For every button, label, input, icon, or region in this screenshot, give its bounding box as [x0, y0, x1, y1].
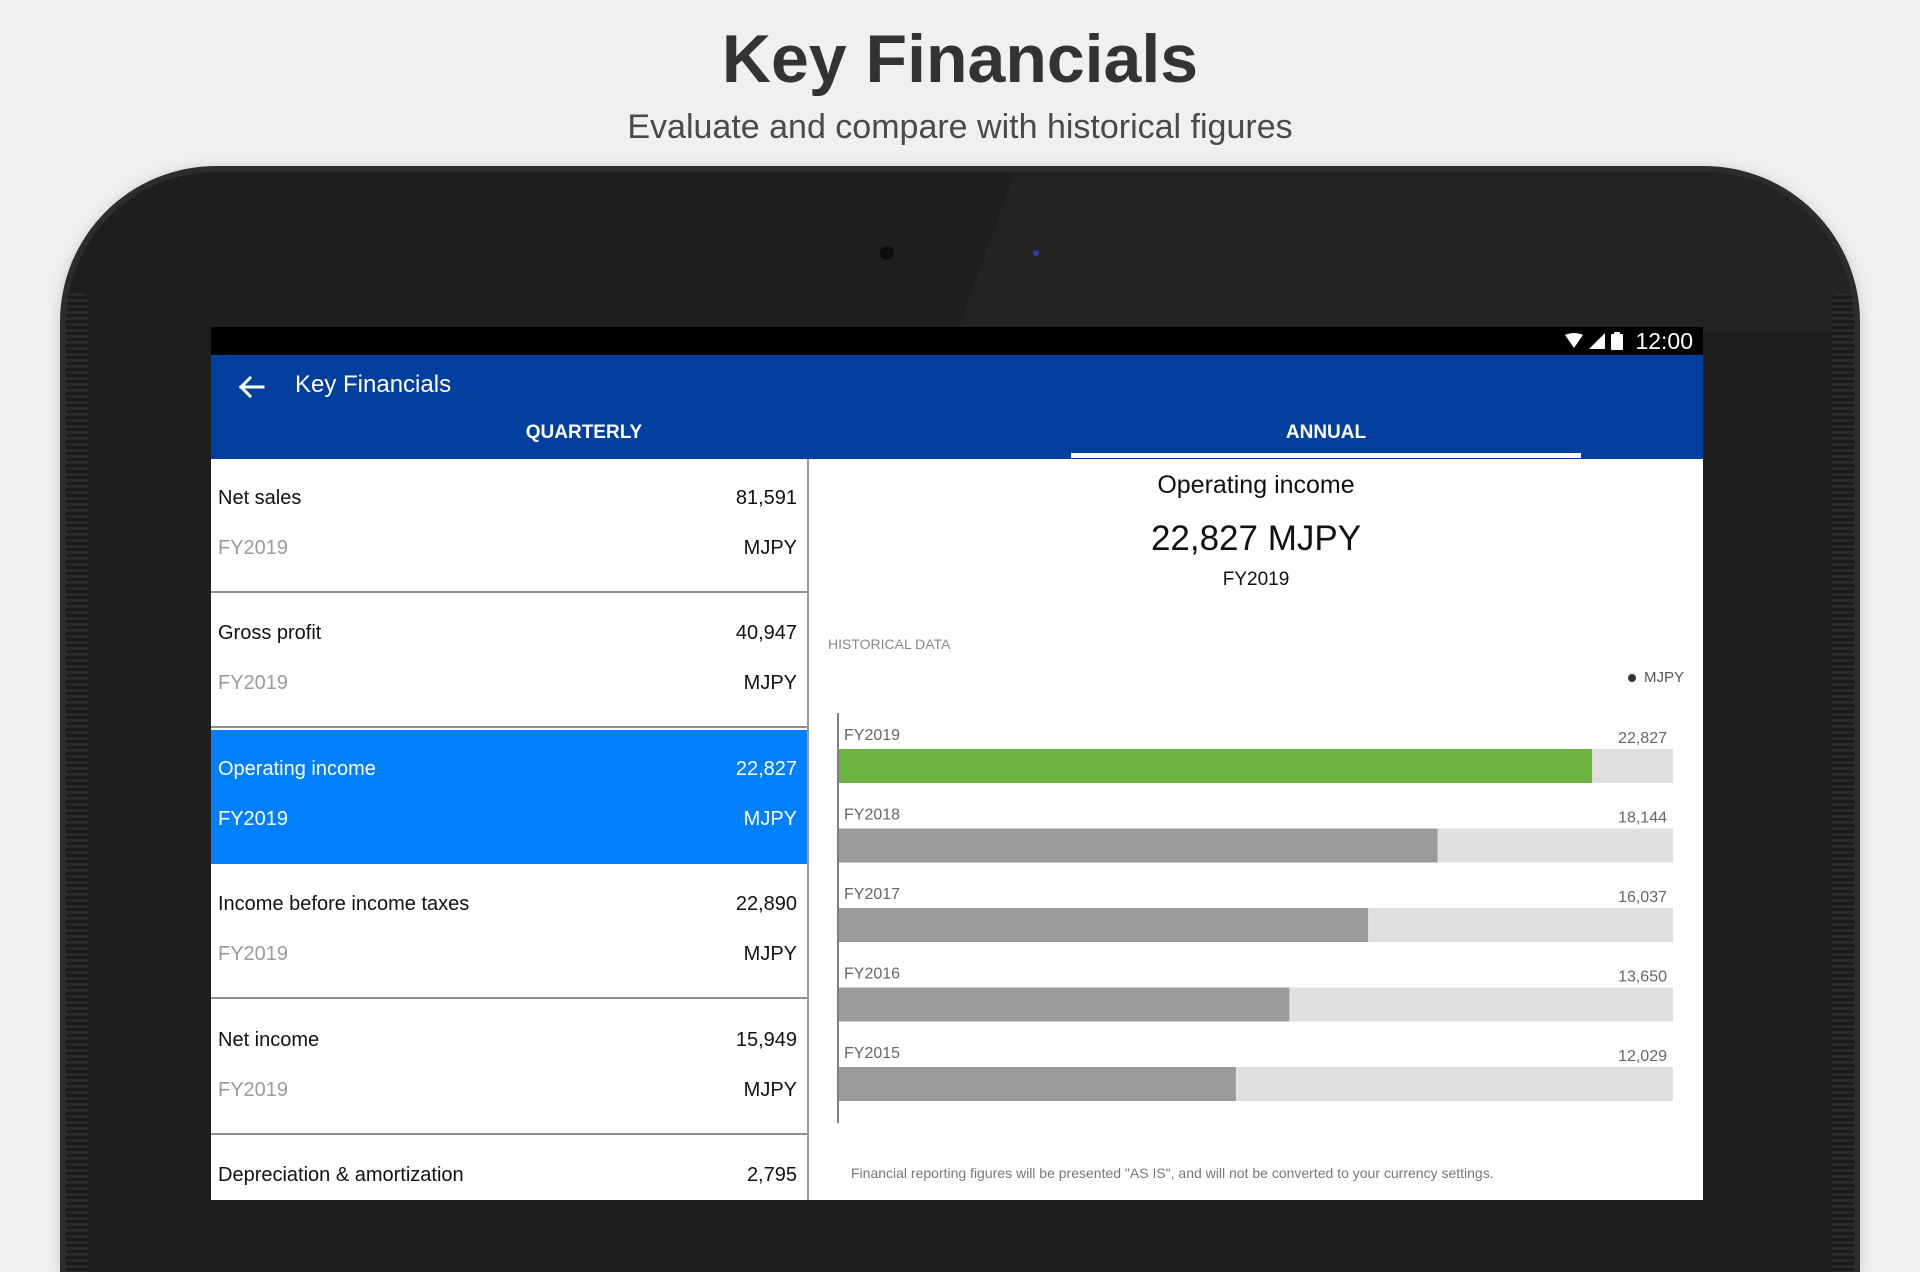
bar-fy2017 — [839, 908, 1369, 942]
list-item-net-income[interactable]: Net income 15,949 FY2019 MJPY — [211, 1001, 807, 1135]
arrow-left-icon — [238, 375, 265, 399]
list-item-operating-income[interactable]: Operating income 22,827 FY2019 MJPY — [211, 730, 807, 864]
list-item-value: 22,827 — [735, 758, 797, 780]
list-item-depreciation[interactable]: Depreciation & amortization 2,795 — [211, 1136, 807, 1200]
list-item-value: 40,947 — [735, 622, 797, 644]
tablet-sheen — [956, 172, 1854, 332]
list-item-period: FY2019 — [218, 808, 289, 830]
bar-value-label: 16,037 — [1618, 889, 1667, 906]
app-title: Key Financials — [295, 371, 452, 398]
tab-annual[interactable]: ANNUAL — [1071, 409, 1581, 459]
list-item-unit: MJPY — [743, 1079, 797, 1101]
bar-value-label: 13,650 — [1618, 969, 1667, 986]
status-time: 12:00 — [1635, 328, 1693, 354]
list-item-name: Net income — [218, 1029, 320, 1051]
list-item-period: FY2019 — [218, 537, 289, 559]
front-camera — [880, 246, 894, 260]
list-item-name: Depreciation & amortization — [218, 1164, 464, 1186]
list-item-unit: MJPY — [743, 537, 797, 559]
app-bar: Key Financials QUARTERLY ANNUAL — [211, 355, 1703, 459]
list-item-name: Income before income taxes — [218, 893, 470, 915]
promo-title: Key Financials — [721, 21, 1199, 97]
list-item-net-sales[interactable]: Net sales 81,591 FY2019 MJPY — [211, 459, 807, 593]
list-item-name: Gross profit — [218, 622, 322, 644]
wifi-icon — [1565, 333, 1583, 348]
list-item-period: FY2019 — [218, 943, 289, 965]
detail-panel: Operating income 22,827 MJPY FY2019 HIST… — [809, 459, 1703, 1200]
bar-category-label: FY2018 — [844, 807, 900, 824]
bar-category-label: FY2015 — [844, 1045, 900, 1062]
battery-icon — [1611, 332, 1623, 350]
bar-value-label: 18,144 — [1618, 810, 1667, 827]
status-bar: 12:00 — [211, 327, 1703, 355]
list-item-gross-profit[interactable]: Gross profit 40,947 FY2019 MJPY — [211, 594, 807, 728]
list-item-unit: MJPY — [743, 672, 797, 694]
light-sensor — [1033, 250, 1039, 256]
list-item-name: Operating income — [218, 758, 376, 780]
list-item-value: 22,890 — [735, 893, 797, 915]
bar-category-label: FY2016 — [844, 966, 900, 983]
list-item-income-before-taxes[interactable]: Income before income taxes 22,890 FY2019… — [211, 865, 807, 999]
list-item-unit: MJPY — [743, 808, 797, 830]
list-item-unit: MJPY — [743, 943, 797, 965]
bar-category-label: FY2019 — [844, 727, 900, 744]
signal-icon — [1589, 333, 1605, 349]
list-item-period: FY2019 — [218, 672, 289, 694]
bar-category-label: FY2017 — [844, 886, 900, 903]
bar-fy2019 — [839, 749, 1593, 783]
bar-value-label: 12,029 — [1618, 1048, 1667, 1065]
left-speaker-grille — [66, 292, 88, 1272]
tablet-screen: 12:00 Key Financials QUARTERLY ANNUAL Ne… — [211, 327, 1703, 1200]
bar-fy2018 — [839, 828, 1438, 863]
back-button[interactable] — [231, 367, 271, 407]
tab-quarterly[interactable]: QUARTERLY — [211, 409, 957, 459]
bar-fy2015 — [839, 1067, 1236, 1101]
list-item-value: 2,795 — [746, 1164, 797, 1186]
list-item-name: Net sales — [218, 487, 302, 509]
status-icons — [1565, 332, 1623, 350]
tab-indicator — [1071, 453, 1581, 458]
right-speaker-grille — [1832, 292, 1854, 1272]
financials-list: Net sales 81,591 FY2019 MJPY Gross profi… — [211, 459, 809, 1200]
bar-value-label: 22,827 — [1618, 730, 1667, 747]
bar-fy2016 — [839, 987, 1290, 1022]
currency-footnote: Financial reporting figures will be pres… — [851, 1165, 1494, 1181]
promo-subtitle: Evaluate and compare with historical fig… — [627, 108, 1293, 146]
historical-bar-chart: FY2019 22,827 FY2018 18,144 FY2017 16,037 FY20… — [837, 713, 1673, 1123]
list-item-value: 81,591 — [735, 487, 797, 509]
list-item-value: 15,949 — [735, 1029, 797, 1051]
list-item-period: FY2019 — [218, 1079, 289, 1101]
